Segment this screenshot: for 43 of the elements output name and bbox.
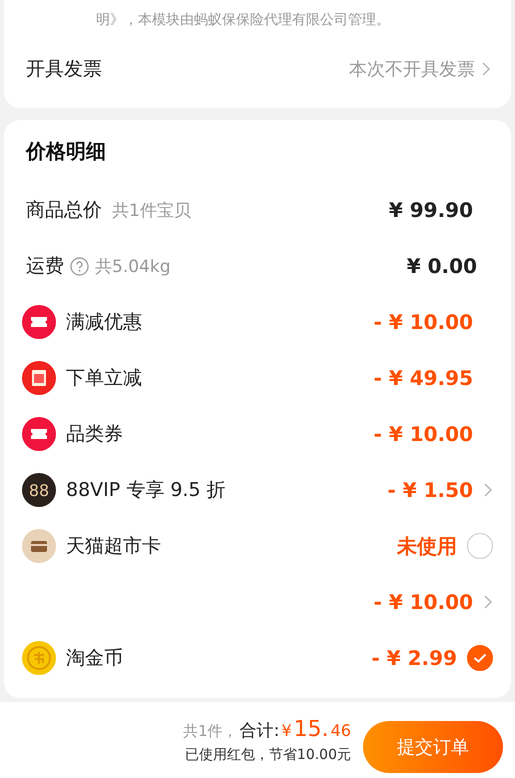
row-note: 共5.04kg: [95, 256, 170, 278]
discount-amount: 未使用: [397, 532, 457, 560]
row-label: 品类券: [66, 422, 123, 447]
price-amount: ¥ 0.00: [406, 254, 477, 278]
check-icon: [473, 653, 487, 663]
section-title: 价格明细: [26, 138, 107, 165]
invoice-option[interactable]: 本次不开具发票: [349, 57, 491, 81]
total-label: 合计:: [240, 720, 280, 742]
item-count: 共1件，: [183, 722, 238, 740]
chevron-icon[interactable]: [483, 482, 493, 498]
discount-amount: - ¥ 2.99: [372, 646, 457, 670]
discount-amount: - ¥ 10.00: [374, 422, 473, 446]
coupon-icon: [22, 305, 56, 339]
invoice-label: 开具发票: [26, 57, 102, 82]
card-icon: [22, 529, 56, 563]
note-text: 明》，本模块由蚂蚁保保险代理有限公司管理。: [95, 11, 391, 30]
row-label: 淘金币: [66, 646, 123, 671]
row-label: 88VIP 专享 9.5 折: [66, 478, 226, 503]
row-label: 满减优惠: [66, 310, 142, 335]
savings-text: 已使用红包，节省10.00元: [184, 746, 351, 764]
total-currency: ¥: [281, 720, 292, 740]
coin-icon: [22, 641, 56, 675]
discount-amount: - ¥ 49.95: [374, 366, 473, 390]
submit-order-button[interactable]: 提交订单: [363, 721, 503, 773]
badge-icon: 88: [22, 473, 56, 507]
discount-amount: - ¥ 1.50: [388, 478, 473, 502]
checkbox[interactable]: [467, 645, 493, 671]
row-label: 商品总价: [26, 198, 102, 223]
chevron-icon: [481, 61, 491, 77]
help-icon[interactable]: [70, 256, 89, 276]
row-note: 共1件宝贝: [112, 200, 191, 222]
row-label: 运费: [26, 254, 64, 279]
coupon-icon: [22, 417, 56, 451]
price-amount: ¥ 99.90: [388, 198, 473, 222]
total-decimals: 46: [330, 720, 351, 740]
discount-amount: - ¥ 10.00: [374, 310, 473, 334]
row-label: 下单立减: [66, 366, 142, 391]
checkbox[interactable]: [467, 533, 493, 559]
total-amount: 15.: [294, 716, 329, 742]
chevron-icon[interactable]: [483, 594, 493, 610]
row-label: 天猫超市卡: [66, 534, 161, 559]
coupon-icon: [22, 361, 56, 395]
discount-amount: - ¥ 10.00: [374, 590, 473, 614]
